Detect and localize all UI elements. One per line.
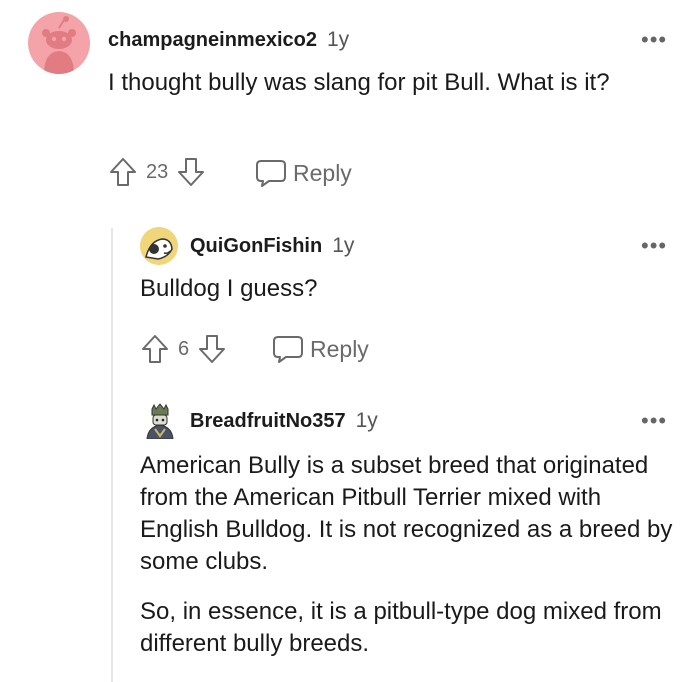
comment-body: So, in essence, it is a pitbull-type dog…	[140, 598, 662, 657]
reply-label: Reply	[293, 159, 352, 186]
upvote-button[interactable]	[140, 333, 170, 365]
username[interactable]: QuiGonFishin	[190, 235, 322, 258]
fisher-avatar-icon	[140, 227, 178, 265]
more-options-button[interactable]: •••	[641, 29, 667, 51]
comment-body: American Bully is a subset breed that or…	[140, 452, 673, 575]
avatar[interactable]	[142, 403, 178, 439]
comment: champagneinmexico2 1y ••• I thought bull…	[0, 0, 700, 210]
timestamp: 1y	[332, 234, 355, 257]
vote-score: 6	[178, 337, 190, 360]
more-options-button[interactable]: •••	[641, 410, 667, 432]
comment-bubble-icon	[273, 336, 303, 363]
timestamp: 1y	[326, 28, 350, 51]
vote-bar: 23	[108, 155, 206, 189]
more-options-button[interactable]: •••	[641, 235, 667, 257]
comment-body: Bulldog I guess?	[140, 275, 318, 302]
upvote-icon	[142, 335, 168, 363]
username[interactable]: champagneinmexico2	[108, 29, 317, 52]
upvote-button[interactable]	[108, 156, 138, 188]
vote-score: 23	[146, 160, 169, 183]
timestamp: 1y	[355, 409, 378, 432]
reply-label: Reply	[310, 335, 369, 362]
downvote-icon	[178, 158, 205, 186]
username[interactable]: BreadfruitNo357	[190, 410, 346, 433]
avatar[interactable]	[140, 227, 178, 265]
downvote-button[interactable]	[197, 333, 227, 365]
comment: BreadfruitNo357 1y ••• American Bully is…	[0, 395, 700, 682]
avatar[interactable]	[28, 12, 90, 74]
downvote-button[interactable]	[176, 156, 206, 188]
knight-avatar-icon	[146, 403, 174, 439]
reply-button[interactable]: Reply	[255, 157, 352, 189]
comment-bubble-icon	[256, 160, 286, 187]
downvote-icon	[199, 335, 226, 363]
comment: QuiGonFishin 1y ••• Bulldog I guess? 6 R…	[0, 220, 700, 380]
vote-bar: 6	[140, 332, 227, 366]
snoo-avatar-icon	[42, 16, 76, 74]
comment-body: I thought bully was slang for pit Bull. …	[108, 69, 610, 96]
reply-button[interactable]: Reply	[272, 333, 369, 365]
upvote-icon	[110, 158, 136, 186]
